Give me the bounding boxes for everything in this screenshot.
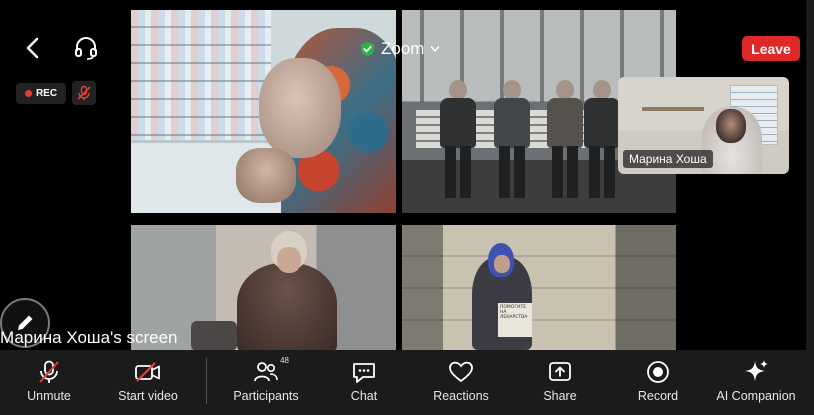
meeting-title-dropdown[interactable]: Zoom xyxy=(360,37,440,61)
participants-icon xyxy=(254,362,278,382)
share-label: Share xyxy=(543,389,577,403)
back-button[interactable] xyxy=(20,35,46,61)
heart-icon xyxy=(449,361,473,383)
chat-label: Chat xyxy=(350,389,378,403)
ai-companion-button[interactable]: AI Companion xyxy=(713,350,799,415)
start-video-button[interactable]: Start video xyxy=(112,350,184,415)
record-dot-icon xyxy=(24,90,32,97)
chat-button[interactable]: Chat xyxy=(346,350,382,415)
sparkle-icon xyxy=(745,360,768,381)
reactions-label: Reactions xyxy=(433,389,489,403)
unmute-label: Unmute xyxy=(27,389,71,403)
reactions-button[interactable]: Reactions xyxy=(430,350,492,415)
shield-check-icon xyxy=(360,41,375,57)
record-button[interactable]: Record xyxy=(636,350,680,415)
participants-label: Participants xyxy=(233,389,299,403)
meeting-title: Zoom xyxy=(381,39,425,58)
video-off-icon xyxy=(135,362,160,382)
self-name-label: Марина Хоша xyxy=(623,150,713,168)
cardboard-sign: ПОМОГИТЕ НА ЛЕКАРСТВА xyxy=(498,303,532,337)
share-icon xyxy=(549,362,571,381)
mic-muted-icon xyxy=(39,360,59,383)
audio-button[interactable] xyxy=(72,34,100,62)
record-label: Record xyxy=(637,389,679,403)
participant-count: 48 xyxy=(280,356,289,365)
mic-status-button[interactable] xyxy=(72,81,96,105)
edge-bar xyxy=(806,0,814,350)
recording-badge[interactable]: REC xyxy=(16,83,66,104)
self-video-tile[interactable]: Марина Хоша xyxy=(618,77,789,174)
leave-button[interactable]: Leave xyxy=(742,36,800,61)
mic-muted-icon xyxy=(77,85,91,100)
chevron-left-icon xyxy=(26,37,39,59)
chevron-down-icon xyxy=(431,46,440,53)
shared-photo-pharmacy xyxy=(131,10,396,213)
shared-photo-sign: ПОМОГИТЕ НА ЛЕКАРСТВА xyxy=(402,225,676,350)
record-icon xyxy=(647,361,669,383)
share-button[interactable]: Share xyxy=(540,350,580,415)
rec-label: REC xyxy=(35,88,58,99)
toolbar-divider xyxy=(206,358,207,404)
chat-icon xyxy=(353,363,375,383)
ai-companion-label: AI Companion xyxy=(716,389,796,403)
headset-icon xyxy=(75,37,97,60)
participants-button[interactable]: 48 Participants xyxy=(228,350,304,415)
start-video-label: Start video xyxy=(118,389,178,403)
unmute-button[interactable]: Unmute xyxy=(20,350,78,415)
meeting-toolbar: Unmute Start video 48 Participants Chat … xyxy=(0,350,814,415)
screen-share-label: Марина Хоша's screen xyxy=(0,328,178,347)
